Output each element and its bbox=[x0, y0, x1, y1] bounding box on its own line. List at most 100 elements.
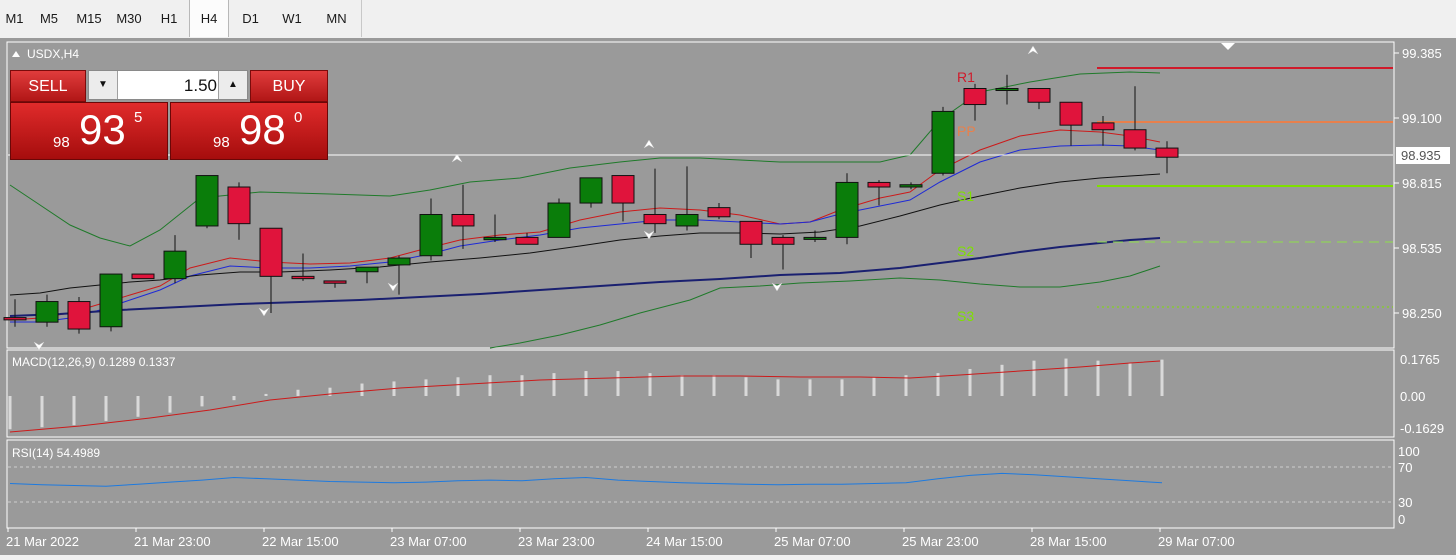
timeframe-m5[interactable]: M5 bbox=[29, 0, 69, 37]
timeframe-toolbar: M1 M5 M15 M30 H1 H4 D1 W1 MN bbox=[0, 0, 1456, 39]
macd-bar bbox=[872, 377, 876, 396]
macd-axis-label: 0.1765 bbox=[1400, 352, 1440, 367]
rsi-axis-label: 30 bbox=[1398, 495, 1412, 510]
price-axis-label: 99.385 bbox=[1402, 46, 1442, 61]
bear-candle bbox=[131, 273, 155, 280]
macd-bar bbox=[680, 375, 684, 396]
price-axis-label: 98.250 bbox=[1402, 306, 1442, 321]
volume-decrease-icon[interactable]: ▼ bbox=[89, 71, 118, 99]
bear-candle bbox=[1059, 101, 1083, 126]
macd-bar bbox=[296, 389, 300, 396]
macd-bar bbox=[168, 396, 172, 413]
bull-candle bbox=[195, 175, 219, 227]
sell-price-button[interactable]: 98 93 5 bbox=[10, 102, 168, 160]
sell-price-pip: 5 bbox=[134, 109, 143, 126]
macd-bar bbox=[8, 396, 12, 430]
date-axis-label: 23 Mar 23:00 bbox=[518, 534, 595, 549]
bear-candle bbox=[739, 220, 763, 245]
date-axis-label: 22 Mar 15:00 bbox=[262, 534, 339, 549]
macd-bar bbox=[1032, 360, 1036, 396]
sell-button[interactable]: SELL bbox=[10, 70, 86, 102]
bear-candle bbox=[963, 88, 987, 106]
price-axis-label: 98.535 bbox=[1402, 241, 1442, 256]
pivot-r1-label: R1 bbox=[957, 69, 975, 85]
bear-candle bbox=[1091, 122, 1115, 131]
current-price-label: 98.935 bbox=[1401, 148, 1441, 163]
rsi-label: RSI(14) 54.4989 bbox=[12, 446, 100, 460]
bear-candle bbox=[1123, 129, 1147, 149]
macd-bar bbox=[456, 377, 460, 396]
buy-price-main: 98 bbox=[239, 106, 286, 153]
timeframe-m1[interactable]: M1 bbox=[0, 0, 29, 37]
price-axis-label: 98.815 bbox=[1402, 176, 1442, 191]
bull-candle bbox=[835, 181, 859, 238]
timeframe-w1[interactable]: W1 bbox=[272, 0, 312, 37]
timeframe-mn[interactable]: MN bbox=[312, 0, 361, 37]
pivot-s3-label: S3 bbox=[957, 308, 974, 324]
sell-price-prefix: 98 bbox=[53, 134, 70, 151]
rsi-axis-label: 100 bbox=[1398, 444, 1420, 459]
timeframe-h1[interactable]: H1 bbox=[149, 0, 189, 37]
bear-candle bbox=[1155, 147, 1179, 158]
macd-bar bbox=[1160, 359, 1164, 396]
bull-candle bbox=[35, 301, 59, 323]
bull-candle bbox=[419, 213, 443, 257]
macd-bar bbox=[616, 371, 620, 396]
bull-candle bbox=[899, 184, 923, 188]
macd-bar bbox=[552, 373, 556, 396]
bull-candle bbox=[355, 266, 379, 273]
date-axis-label: 24 Mar 15:00 bbox=[646, 534, 723, 549]
timeframe-m30[interactable]: M30 bbox=[109, 0, 149, 37]
macd-bar bbox=[328, 387, 332, 396]
date-axis-label: 29 Mar 07:00 bbox=[1158, 534, 1235, 549]
bear-candle bbox=[291, 275, 315, 280]
date-axis-label: 28 Mar 15:00 bbox=[1030, 534, 1107, 549]
timeframe-d1[interactable]: D1 bbox=[229, 0, 272, 37]
price-axis-label: 99.100 bbox=[1402, 111, 1442, 126]
pivot-s1-label: S1 bbox=[957, 188, 974, 204]
buy-price-button[interactable]: 98 98 0 bbox=[170, 102, 328, 160]
chart-window[interactable]: R1 PP S1 S2 S3 USDX,H4 99.385 99.100 98.… bbox=[0, 38, 1456, 555]
macd-bar bbox=[40, 396, 44, 428]
bear-candle bbox=[451, 213, 475, 227]
bull-candle bbox=[803, 236, 827, 240]
bull-candle bbox=[579, 177, 603, 204]
bull-candle bbox=[931, 110, 955, 174]
volume-increase-icon[interactable]: ▲ bbox=[218, 71, 247, 99]
bear-candle bbox=[323, 280, 347, 284]
macd-bar bbox=[744, 377, 748, 396]
bull-candle bbox=[483, 236, 507, 241]
bull-candle bbox=[99, 273, 123, 328]
macd-axis-label: 0.00 bbox=[1400, 389, 1425, 404]
volume-stepper[interactable]: ▼ ▲ bbox=[88, 70, 248, 100]
macd-bar bbox=[1000, 364, 1004, 396]
chart-title: USDX,H4 bbox=[27, 47, 79, 61]
bull-candle bbox=[995, 88, 1019, 92]
timeframe-group: M1 M5 M15 M30 H1 H4 D1 W1 MN bbox=[0, 0, 362, 37]
macd-bar bbox=[488, 375, 492, 396]
buy-price-pip: 0 bbox=[294, 109, 303, 126]
macd-bar bbox=[712, 375, 716, 396]
pivot-pp-label: PP bbox=[957, 123, 976, 139]
macd-bar bbox=[584, 371, 588, 396]
macd-bar bbox=[136, 396, 140, 417]
macd-bar bbox=[520, 375, 524, 396]
bull-candle bbox=[387, 257, 411, 266]
bull-candle bbox=[547, 202, 571, 238]
macd-bar bbox=[776, 379, 780, 396]
macd-label: MACD(12,26,9) 0.1289 0.1337 bbox=[12, 355, 176, 369]
bear-candle bbox=[867, 181, 891, 188]
pivot-s2-label: S2 bbox=[957, 243, 974, 259]
sell-price-main: 93 bbox=[79, 106, 126, 153]
macd-bar bbox=[1064, 358, 1068, 396]
timeframe-h4[interactable]: H4 bbox=[189, 0, 229, 37]
one-click-trading-panel: SELL ▼ ▲ BUY 98 93 5 98 98 0 bbox=[10, 70, 328, 160]
buy-button[interactable]: BUY bbox=[250, 70, 328, 102]
bear-candle bbox=[611, 175, 635, 204]
date-axis-label: 23 Mar 07:00 bbox=[390, 534, 467, 549]
volume-input[interactable] bbox=[119, 73, 219, 99]
timeframe-m15[interactable]: M15 bbox=[69, 0, 109, 37]
rsi-axis-label: 0 bbox=[1398, 512, 1405, 527]
bear-candle bbox=[259, 227, 283, 277]
bear-candle bbox=[67, 301, 91, 330]
